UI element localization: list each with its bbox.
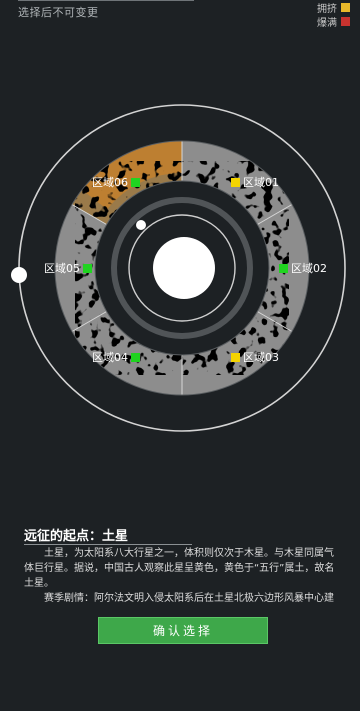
zone-label-06[interactable]: 区域06	[92, 174, 140, 190]
zone-05-name: 区域05	[44, 262, 80, 275]
confirm-selection-button[interactable]: 确认选择	[98, 617, 268, 644]
zone-05-status-icon	[83, 263, 92, 273]
planet-description[interactable]: 土星，为太阳系八大行星之一，体积则仅次于木星。与木星同属气体巨行星。据说，中国古…	[24, 546, 340, 604]
zone-02-status-icon	[279, 263, 288, 273]
planet-zone-map	[11, 104, 346, 432]
planet-saturn	[153, 237, 215, 299]
zone-04-name: 区域04	[92, 351, 128, 364]
zone-label-03[interactable]: 区域03	[231, 349, 279, 365]
title-underline	[24, 544, 192, 545]
zone-03-status-icon	[231, 352, 240, 362]
description-paragraph-1: 土星，为太阳系八大行星之一，体积则仅次于木星。与木星同属气体巨行星。据说，中国古…	[24, 548, 335, 589]
moon-marker-inner[interactable]	[136, 220, 146, 230]
zone-06-name: 区域06	[92, 176, 128, 189]
zone-01-status-icon	[231, 177, 240, 187]
zone-06-status-icon	[131, 177, 140, 187]
moon-marker-outer[interactable]	[11, 267, 27, 283]
zone-03-name: 区域03	[243, 351, 279, 364]
planet-title: 远征的起点：土星	[24, 529, 129, 544]
zone-01-name: 区域01	[243, 176, 279, 189]
zone-label-05[interactable]: 区域05	[44, 260, 92, 276]
zone-label-04[interactable]: 区域04	[92, 349, 140, 365]
description-paragraph-2: 赛季剧情：阿尔法文明入侵太阳系后在土星北极六边形风暴中心建立了跳跃据点，并且在土…	[44, 593, 334, 604]
zone-02-name: 区域02	[291, 262, 327, 275]
zone-label-01[interactable]: 区域01	[231, 174, 279, 190]
zone-04-status-icon	[131, 352, 140, 362]
zone-label-02[interactable]: 区域02	[279, 260, 327, 276]
